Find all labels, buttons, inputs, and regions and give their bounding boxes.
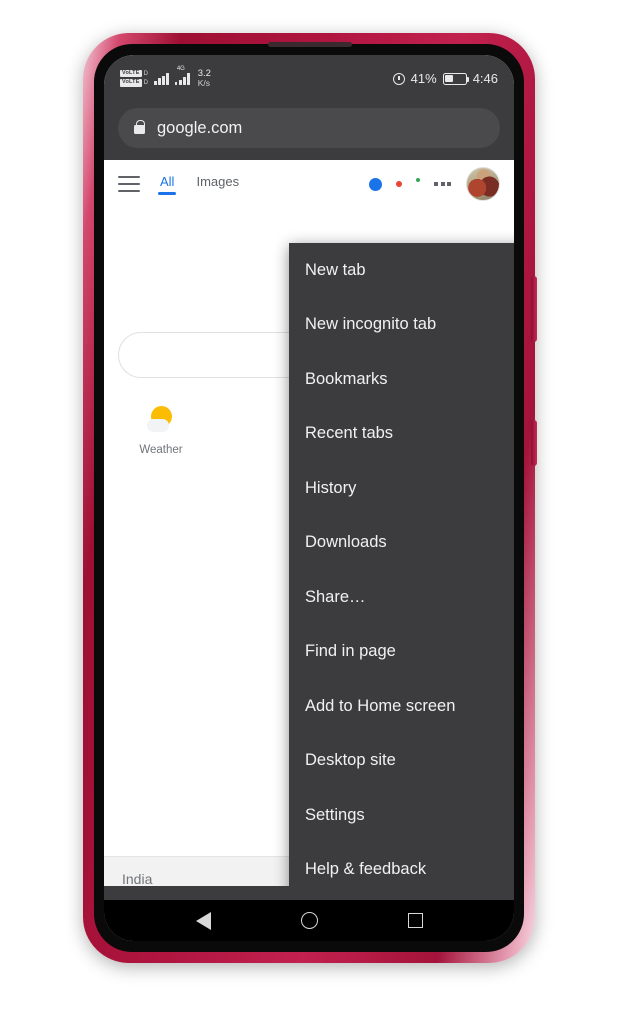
weather-icon	[146, 405, 176, 435]
clock-time: 4:46	[472, 71, 498, 86]
signal-bars-sim1	[153, 72, 169, 85]
menu-item-downloads[interactable]: Downloads	[289, 516, 514, 571]
sim1-label: D	[143, 70, 148, 77]
volte-badge-1: VoLTE	[120, 69, 142, 78]
menu-item-bookmarks[interactable]: Bookmarks	[289, 352, 514, 407]
home-circle-icon[interactable]	[300, 912, 318, 929]
back-triangle-icon[interactable]	[195, 911, 211, 930]
url-bar[interactable]: google.com	[118, 108, 500, 148]
google-header: All Images	[104, 160, 514, 208]
menu-item-settings[interactable]: Settings	[289, 788, 514, 843]
menu-item-label: Recent tabs	[305, 424, 394, 443]
menu-item-label: Add to Home screen	[305, 696, 456, 715]
menu-item-label: Settings	[305, 805, 365, 824]
menu-item-find-in-page[interactable]: Find in page	[289, 625, 514, 680]
url-bar-container: google.com	[104, 102, 514, 160]
profile-avatar[interactable]	[466, 167, 500, 201]
shortcut-weather[interactable]: Weather	[128, 405, 194, 456]
menu-item-label: New incognito tab	[305, 315, 437, 334]
chrome-overflow-menu: New tab New incognito tab Bookmarks Rece…	[289, 243, 514, 900]
data-speed: 3.2 K/s	[198, 69, 211, 88]
battery-percent: 41%	[410, 71, 437, 86]
volume-button[interactable]	[531, 276, 537, 342]
apps-grid-icon[interactable]	[434, 182, 452, 186]
menu-item-label: History	[305, 478, 357, 497]
menu-item-share[interactable]: Share…	[289, 570, 514, 625]
status-bar: VoLTE D VoLTE D 4G 3.2 K/s 41% 4:46	[104, 55, 514, 102]
menu-item-add-to-home-screen[interactable]: Add to Home screen	[289, 679, 514, 734]
shortcut-label: Weather	[139, 444, 183, 456]
sim2-volte: VoLTE D	[120, 79, 148, 87]
battery-icon	[442, 72, 470, 85]
menu-item-desktop-site[interactable]: Desktop site	[289, 734, 514, 789]
volte-indicators: VoLTE D VoLTE D	[120, 69, 148, 87]
lock-icon	[134, 120, 145, 134]
alarm-clock-icon	[392, 72, 405, 85]
recents-square-icon[interactable]	[407, 913, 423, 928]
power-button[interactable]	[531, 420, 537, 466]
mic-icon[interactable]	[396, 181, 402, 187]
sim1-volte: VoLTE D	[120, 69, 148, 78]
menu-item-new-tab[interactable]: New tab	[289, 243, 514, 298]
hamburger-menu-icon[interactable]	[118, 176, 140, 192]
signal-bars-sim2: 4G	[174, 66, 190, 85]
sim2-label: D	[143, 80, 148, 87]
google-header-right	[369, 167, 500, 201]
menu-item-label: Bookmarks	[305, 369, 388, 388]
footer-region: India	[122, 870, 153, 887]
menu-item-recent-tabs[interactable]: Recent tabs	[289, 407, 514, 462]
status-bar-left: VoLTE D VoLTE D 4G 3.2 K/s	[120, 66, 211, 88]
menu-item-history[interactable]: History	[289, 461, 514, 516]
tab-all[interactable]: All	[157, 174, 177, 195]
menu-item-label: Downloads	[305, 533, 387, 552]
data-speed-unit: K/s	[197, 78, 210, 89]
menu-item-label: New tab	[305, 260, 366, 279]
phone-screen: VoLTE D VoLTE D 4G 3.2 K/s 41% 4:46 goog…	[104, 55, 514, 941]
lens-icon[interactable]	[369, 177, 382, 191]
volte-badge-2: VoLTE	[120, 79, 142, 87]
menu-item-new-incognito-tab[interactable]: New incognito tab	[289, 298, 514, 353]
status-bar-right: 41% 4:46	[392, 71, 498, 86]
earpiece-speaker	[268, 42, 352, 47]
menu-item-label: Share…	[305, 587, 366, 606]
accent-dot-icon	[416, 178, 420, 182]
menu-item-label: Desktop site	[305, 751, 396, 770]
url-text: google.com	[157, 118, 243, 137]
android-navigation-bar	[104, 900, 514, 941]
network-type-label: 4G	[176, 65, 185, 72]
menu-item-label: Help & feedback	[305, 860, 427, 879]
tab-images[interactable]: Images	[196, 174, 239, 195]
menu-item-label: Find in page	[305, 642, 396, 661]
google-nav-tabs: All Images	[157, 174, 239, 195]
